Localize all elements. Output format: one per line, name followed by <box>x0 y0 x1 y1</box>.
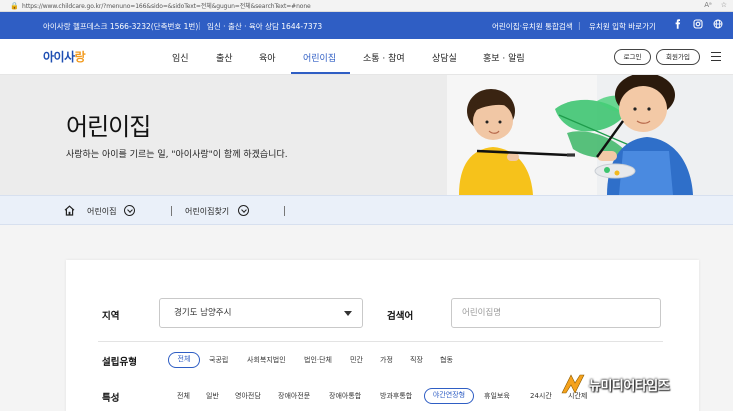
instagram-icon[interactable] <box>693 19 703 29</box>
type-label: 설립유형 <box>102 357 137 368</box>
type-option[interactable]: 국공립 <box>209 352 228 368</box>
feature-option[interactable]: 휴일보육 <box>484 388 510 404</box>
browser-tools: Aᵃ ☆ <box>704 1 727 9</box>
lock-icon: 🔒 <box>10 1 19 10</box>
nav-item-daycare[interactable]: 어린이집 <box>303 51 336 64</box>
type-option[interactable]: 사회복지법인 <box>247 352 286 368</box>
top-utility-bar: 아이사랑 헬프데스크 1566-3232(단축번호 1번) | 임신 · 출산 … <box>0 12 733 39</box>
breadcrumb: 어린이집 어린이집찾기 <box>0 195 733 225</box>
signup-button[interactable]: 회원가입 <box>656 49 700 65</box>
divider: | <box>198 21 201 30</box>
feature-option[interactable]: 장애아통합 <box>329 388 361 404</box>
type-option[interactable]: 협동 <box>440 352 453 368</box>
counsel-link[interactable]: 임신 · 출산 · 육아 상담 1644-7373 <box>207 21 322 32</box>
keyword-input[interactable]: 어린이집명 <box>451 298 661 328</box>
watermark: 뉴미디어타임즈 <box>560 372 670 396</box>
region-select-value: 경기도 남양주시 <box>174 308 232 318</box>
url-text[interactable]: https://www.childcare.go.kr/?menuno=166&… <box>22 1 311 10</box>
feature-option[interactable]: 24시간 <box>530 388 552 404</box>
watermark-text: 뉴미디어타임즈 <box>589 378 670 394</box>
newmedia-logo-icon <box>561 374 585 394</box>
nav-item-counsel[interactable]: 상담실 <box>432 51 457 64</box>
caret-down-icon <box>344 311 352 316</box>
breadcrumb-divider <box>171 206 172 216</box>
kindergarten-link[interactable]: 유치원 입학 바로가기 <box>589 21 656 32</box>
integrated-search-link[interactable]: 어린이집·유치원 통합검색 <box>492 21 573 32</box>
nav-item-parenting[interactable]: 육아 <box>259 51 276 64</box>
feature-option[interactable]: 방과후통합 <box>380 388 412 404</box>
region-select[interactable]: 경기도 남양주시 <box>159 298 363 328</box>
feature-label: 특성 <box>102 393 120 404</box>
breadcrumb-level1[interactable]: 어린이집 <box>87 206 116 217</box>
facebook-icon[interactable] <box>673 19 683 29</box>
page-subtitle: 사랑하는 아이를 기르는 일, "아이사랑"이 함께 하겠습니다. <box>66 150 288 160</box>
feature-option[interactable]: 영아전담 <box>235 388 261 404</box>
feature-option-selected[interactable]: 야간연장형 <box>424 388 474 404</box>
main-navigation: 아이사랑 임신 출산 육아 어린이집 소통 · 참여 상담실 홍보 · 알림 로… <box>0 39 733 75</box>
hero-banner: 어린이집 사랑하는 아이를 기르는 일, "아이사랑"이 함께 하겠습니다. <box>0 75 733 195</box>
login-button[interactable]: 로그인 <box>614 49 651 65</box>
feature-option[interactable]: 장애아전문 <box>278 388 310 404</box>
logo-text: 아이사 <box>43 50 75 64</box>
sns-links <box>673 19 723 29</box>
section-divider <box>98 341 663 342</box>
favorite-icon[interactable]: ☆ <box>721 1 727 9</box>
region-label: 지역 <box>102 311 120 322</box>
nav-item-community[interactable]: 소통 · 참여 <box>363 51 405 64</box>
feature-option[interactable]: 전체 <box>177 388 190 404</box>
helpdesk-link[interactable]: 아이사랑 헬프데스크 1566-3232(단축번호 1번) <box>43 21 198 32</box>
site-logo[interactable]: 아이사랑 <box>43 48 86 65</box>
page-root: 🔒 https://www.childcare.go.kr/?menuno=16… <box>0 0 733 411</box>
feature-option[interactable]: 일반 <box>206 388 219 404</box>
keyword-label: 검색어 <box>387 311 414 322</box>
type-option[interactable]: 민간 <box>350 352 363 368</box>
chevron-down-icon[interactable] <box>124 205 135 216</box>
nav-item-pregnancy[interactable]: 임신 <box>172 51 189 64</box>
nav-item-promotion[interactable]: 홍보 · 알림 <box>483 51 525 64</box>
active-tab-indicator <box>291 72 350 74</box>
breadcrumb-level2[interactable]: 어린이집찾기 <box>185 206 229 217</box>
page-title: 어린이집 <box>66 113 151 141</box>
breadcrumb-divider <box>284 206 285 216</box>
browser-address-bar[interactable]: 🔒 https://www.childcare.go.kr/?menuno=16… <box>0 0 733 12</box>
hamburger-menu-icon[interactable] <box>711 52 721 61</box>
type-option[interactable]: 가정 <box>380 352 393 368</box>
children-painting-illustration <box>447 75 733 195</box>
type-option-all[interactable]: 전체 <box>168 352 200 368</box>
home-icon[interactable] <box>64 205 75 216</box>
chevron-down-icon[interactable] <box>238 205 249 216</box>
globe-icon[interactable] <box>713 19 723 29</box>
type-option[interactable]: 법인·단체 <box>304 352 332 368</box>
type-option[interactable]: 직장 <box>410 352 423 368</box>
reader-icon[interactable]: Aᵃ <box>704 1 712 9</box>
nav-item-birth[interactable]: 출산 <box>216 51 233 64</box>
divider: | <box>578 21 581 30</box>
logo-accent: 랑 <box>74 50 86 64</box>
